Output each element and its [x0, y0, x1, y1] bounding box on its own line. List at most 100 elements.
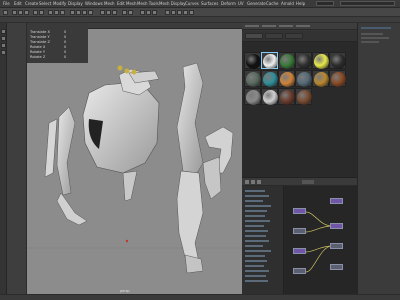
- menu-select[interactable]: Select: [39, 1, 51, 6]
- menu-arnold[interactable]: Arnold: [281, 1, 294, 6]
- tab-utilities[interactable]: [285, 33, 303, 39]
- list-item[interactable]: [245, 240, 269, 242]
- undo-icon[interactable]: [33, 10, 38, 15]
- material-swatch[interactable]: [261, 52, 278, 69]
- redo-icon[interactable]: [39, 10, 44, 15]
- menu-edit-mesh[interactable]: Edit Mesh: [117, 1, 137, 6]
- channel-value[interactable]: 0: [64, 55, 66, 59]
- menu-mesh[interactable]: Mesh: [104, 1, 115, 6]
- material-swatch[interactable]: [295, 70, 312, 87]
- attribute-row[interactable]: [361, 33, 383, 35]
- channel-value[interactable]: 0: [64, 45, 66, 49]
- shader-node[interactable]: [330, 243, 343, 249]
- hypershade-menu-item[interactable]: [279, 25, 293, 27]
- material-swatch[interactable]: [295, 88, 312, 105]
- list-item[interactable]: [245, 215, 265, 217]
- render-settings-icon[interactable]: [112, 10, 117, 15]
- select-tool-icon[interactable]: [1, 29, 6, 34]
- channel-value[interactable]: 0: [64, 50, 66, 54]
- lasso-tool-icon[interactable]: [1, 36, 6, 41]
- list-item[interactable]: [245, 205, 271, 207]
- ui-element-icon[interactable]: [171, 10, 176, 15]
- menu-help[interactable]: Help: [296, 1, 305, 6]
- snap-point-icon[interactable]: [82, 10, 87, 15]
- ipr-render-icon[interactable]: [106, 10, 111, 15]
- material-swatch[interactable]: [244, 70, 261, 87]
- menu-surfaces[interactable]: Surfaces: [201, 1, 218, 6]
- channel-value[interactable]: 0: [64, 40, 66, 44]
- list-item[interactable]: [245, 245, 263, 247]
- channel-value[interactable]: 0: [64, 35, 66, 39]
- hypershade-menu-item[interactable]: [262, 25, 276, 27]
- snap-view-icon[interactable]: [88, 10, 93, 15]
- toggle-attribute-icon[interactable]: [152, 10, 157, 15]
- ui-element-icon[interactable]: [183, 10, 188, 15]
- list-item[interactable]: [245, 235, 266, 237]
- menu-mesh-display[interactable]: Mesh Display: [159, 1, 186, 6]
- shader-node[interactable]: [330, 198, 343, 204]
- select-hierarchy-icon[interactable]: [48, 10, 53, 15]
- save-scene-icon[interactable]: [24, 10, 29, 15]
- render-current-icon[interactable]: [100, 10, 105, 15]
- material-swatch[interactable]: [244, 52, 261, 69]
- workspace-dropdown[interactable]: [316, 1, 334, 6]
- menu-display[interactable]: Display: [68, 1, 83, 6]
- search-field[interactable]: [340, 1, 395, 6]
- list-item[interactable]: [245, 260, 267, 262]
- attribute-row[interactable]: [361, 41, 379, 43]
- list-item[interactable]: [245, 265, 264, 267]
- material-swatch[interactable]: [278, 70, 295, 87]
- new-scene-icon[interactable]: [12, 10, 17, 15]
- material-swatch[interactable]: [312, 70, 329, 87]
- select-component-icon[interactable]: [60, 10, 65, 15]
- tab-materials[interactable]: [245, 33, 263, 39]
- move-tool-icon[interactable]: [1, 43, 6, 48]
- attribute-row[interactable]: [361, 37, 389, 39]
- shader-node[interactable]: [293, 268, 306, 274]
- rotate-tool-icon[interactable]: [1, 50, 6, 55]
- list-item[interactable]: [245, 270, 269, 272]
- menu-curves[interactable]: Curves: [185, 1, 199, 6]
- menu-cache[interactable]: Cache: [266, 1, 278, 6]
- snap-curve-icon[interactable]: [76, 10, 81, 15]
- channel-value[interactable]: 0: [64, 30, 66, 34]
- ui-element-icon[interactable]: [165, 10, 170, 15]
- material-swatch[interactable]: [244, 88, 261, 105]
- node-graph[interactable]: [284, 186, 357, 294]
- light-editor-icon[interactable]: [128, 10, 133, 15]
- frame-icon[interactable]: [257, 180, 261, 184]
- list-item[interactable]: [245, 225, 264, 227]
- shader-node[interactable]: [293, 208, 306, 214]
- list-item[interactable]: [245, 210, 267, 212]
- list-item[interactable]: [245, 280, 268, 282]
- material-swatch[interactable]: [295, 52, 312, 69]
- menu-create[interactable]: Create: [25, 1, 38, 6]
- menu-edit[interactable]: Edit: [14, 1, 22, 6]
- hypershade-menu-item[interactable]: [296, 25, 310, 27]
- layout-icon[interactable]: [251, 180, 255, 184]
- menu-windows[interactable]: Windows: [85, 1, 103, 6]
- tab-textures[interactable]: [265, 33, 283, 39]
- snap-grid-icon[interactable]: [70, 10, 75, 15]
- material-swatch[interactable]: [278, 52, 295, 69]
- menu-mesh-tools[interactable]: Mesh Tools: [137, 1, 159, 6]
- toggle-outliner-icon[interactable]: [146, 10, 151, 15]
- material-swatch[interactable]: [312, 52, 329, 69]
- shader-node[interactable]: [293, 248, 306, 254]
- list-item[interactable]: [245, 195, 269, 197]
- material-swatch[interactable]: [329, 52, 346, 69]
- list-item[interactable]: [245, 275, 266, 277]
- menu-generate[interactable]: Generate: [247, 1, 266, 6]
- list-item[interactable]: [245, 200, 263, 202]
- shader-node[interactable]: [293, 228, 306, 234]
- material-swatch[interactable]: [329, 70, 346, 87]
- menu-deform[interactable]: Deform: [221, 1, 236, 6]
- menu-modify[interactable]: Modify: [53, 1, 66, 6]
- list-item[interactable]: [245, 250, 271, 252]
- hypershade-menu-item[interactable]: [245, 25, 259, 27]
- mode-selector-icon[interactable]: [3, 10, 8, 15]
- shader-node[interactable]: [330, 264, 343, 270]
- node-editor-tab[interactable]: [302, 180, 314, 184]
- ui-element-icon[interactable]: [177, 10, 182, 15]
- list-item[interactable]: [245, 220, 270, 222]
